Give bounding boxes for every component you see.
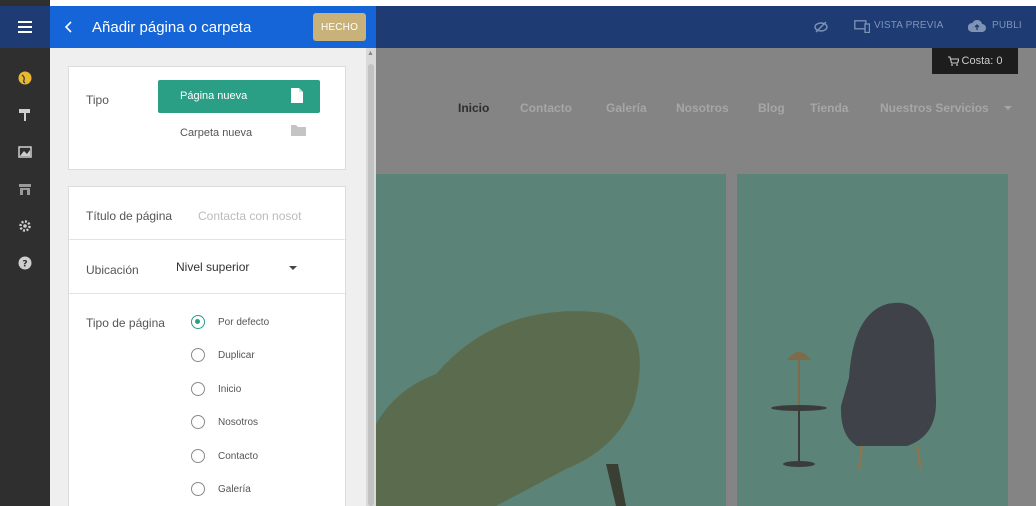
- divider: [69, 239, 347, 240]
- editor-topbar: VISTA PREVIA PUBLI: [376, 6, 1036, 48]
- help-icon[interactable]: ?: [17, 255, 33, 271]
- radio-contact[interactable]: [191, 449, 205, 463]
- preview-button[interactable]: VISTA PREVIA: [874, 20, 943, 31]
- radio-label-duplicate: Duplicar: [218, 350, 255, 361]
- radio-duplicate[interactable]: [191, 348, 205, 362]
- new-page-label: Página nueva: [180, 90, 248, 102]
- nav-contact[interactable]: Contacto: [520, 101, 572, 115]
- radio-label-about: Nosotros: [218, 417, 259, 428]
- globe-icon[interactable]: [17, 70, 33, 86]
- armchair-lamp-illustration: [771, 302, 937, 471]
- done-button[interactable]: HECHO: [313, 13, 366, 41]
- cloud-upload-icon: [968, 19, 986, 32]
- scroll-up-icon[interactable]: ▲: [367, 50, 374, 57]
- armchair-illustration: [376, 311, 640, 506]
- panel-scroll-thumb[interactable]: [368, 64, 374, 506]
- radio-default[interactable]: [191, 315, 205, 329]
- menu-button[interactable]: [0, 6, 50, 48]
- location-select[interactable]: Nivel superior: [176, 260, 249, 274]
- nav-gallery[interactable]: Galería: [606, 101, 647, 115]
- image-icon[interactable]: [17, 144, 33, 160]
- add-page-panel: Añadir página o carpeta HECHO ▲ Tipo Pág…: [50, 6, 376, 506]
- back-button[interactable]: [62, 17, 76, 37]
- new-folder-button[interactable]: Carpeta nueva: [158, 117, 320, 147]
- new-folder-label: Carpeta nueva: [180, 127, 253, 139]
- svg-text:?: ?: [22, 260, 27, 270]
- radio-label-default: Por defecto: [218, 317, 270, 328]
- devices-icon: [854, 20, 870, 33]
- panel-header: Añadir página o carpeta HECHO: [50, 6, 376, 48]
- hero-image-chair: [376, 174, 726, 506]
- menu-icon: [18, 21, 32, 33]
- radio-label-home: Inicio: [218, 384, 242, 395]
- file-icon: [291, 88, 303, 103]
- type-label: Tipo: [86, 93, 109, 107]
- radio-home[interactable]: [191, 382, 205, 396]
- folder-icon: [291, 125, 306, 136]
- nav-services[interactable]: Nuestros Servicios: [880, 101, 989, 115]
- gear-icon[interactable]: [17, 218, 33, 234]
- new-page-button[interactable]: Página nueva: [158, 80, 320, 113]
- chevron-left-icon: [64, 21, 72, 33]
- cart-label: Costa: 0: [961, 55, 1003, 67]
- page-title-label: Título de página: [86, 209, 173, 223]
- page-settings-card: Título de página Contacta con nosot Ubic…: [68, 186, 347, 506]
- store-icon[interactable]: [17, 181, 33, 197]
- site-preview: Costa: 0 Inicio Contacto Galería Nosotro…: [376, 48, 1036, 506]
- cart-icon: [947, 56, 959, 66]
- radio-gallery[interactable]: [191, 482, 205, 496]
- left-toolbar: ?: [0, 0, 50, 506]
- page-type-label: Tipo de página: [86, 316, 165, 330]
- type-card: Tipo Página nueva Carpeta nueva: [68, 66, 346, 170]
- location-label: Ubicación: [86, 263, 139, 277]
- nav-home[interactable]: Inicio: [458, 101, 489, 115]
- eye-off-icon[interactable]: [814, 20, 828, 34]
- nav-store[interactable]: Tienda: [810, 101, 848, 115]
- caret-down-icon[interactable]: [1004, 106, 1012, 110]
- cart-button[interactable]: Costa: 0: [932, 48, 1018, 74]
- hero-image-armchair-lamp: [737, 174, 1008, 506]
- caret-down-icon[interactable]: [289, 266, 297, 270]
- radio-label-contact: Contacto: [218, 451, 259, 462]
- panel-title: Añadir página o carpeta: [92, 19, 252, 36]
- radio-label-gallery: Galería: [218, 484, 251, 495]
- radio-about[interactable]: [191, 415, 205, 429]
- publish-button[interactable]: PUBLI: [992, 20, 1022, 31]
- paint-roller-icon[interactable]: [17, 107, 33, 123]
- nav-blog[interactable]: Blog: [758, 101, 785, 115]
- page-title-input[interactable]: Contacta con nosot: [198, 209, 301, 223]
- divider: [69, 293, 347, 294]
- nav-about[interactable]: Nosotros: [676, 101, 729, 115]
